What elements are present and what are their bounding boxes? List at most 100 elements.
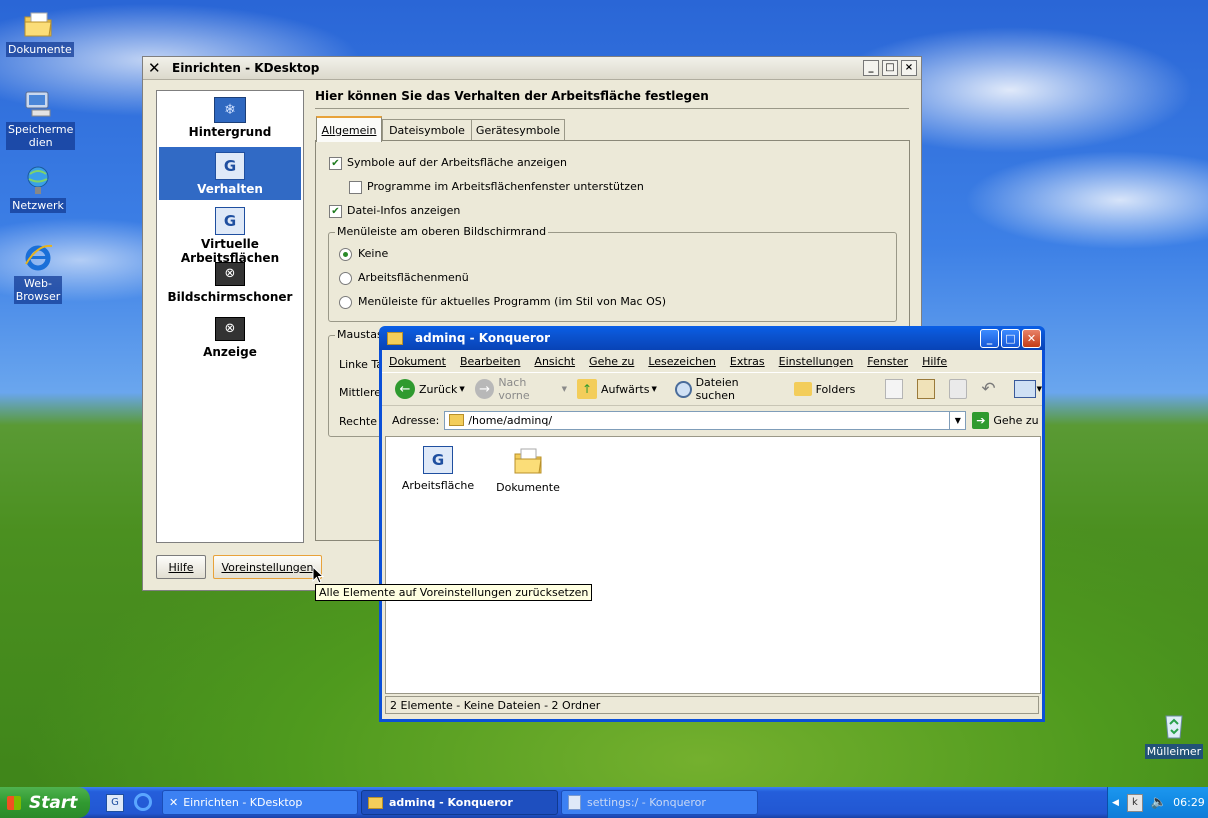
minimize-button[interactable]: _ bbox=[863, 60, 879, 76]
menu-einstellungen[interactable]: Einstellungen bbox=[779, 355, 854, 368]
file-item-arbeitsflaeche[interactable]: G Arbeitsfläche bbox=[400, 446, 476, 492]
clock: 06:29 bbox=[1173, 796, 1205, 809]
sidebar-item-verhalten[interactable]: G Verhalten bbox=[159, 147, 301, 200]
settings-page-icon bbox=[568, 795, 581, 810]
tab-dateisymbole[interactable]: Dateisymbole bbox=[382, 119, 472, 140]
taskbar: Start G ✕ Einrichten - KDesktop adminq -… bbox=[0, 787, 1208, 818]
radio-button[interactable] bbox=[339, 272, 352, 285]
file-info-option[interactable]: ✔Datei-Infos anzeigen bbox=[329, 204, 460, 218]
folders-button[interactable]: Folders bbox=[794, 376, 856, 402]
tray-expand-icon[interactable]: ◀ bbox=[1112, 798, 1119, 808]
tab-allgemein[interactable]: Allgemein bbox=[316, 116, 382, 142]
menu-bearbeiten[interactable]: Bearbeiten bbox=[460, 355, 520, 368]
konqueror-window-title: adminq - Konqueror bbox=[415, 331, 978, 345]
task-settings-konqueror[interactable]: settings:/ - Konqueror bbox=[561, 790, 758, 815]
desktop-icon-dokumente[interactable]: Dokumente bbox=[6, 8, 70, 57]
folder-icon bbox=[22, 8, 54, 40]
search-files-button[interactable]: Dateien suchen bbox=[675, 376, 780, 402]
address-dropdown-button[interactable]: ▼ bbox=[949, 412, 965, 429]
minimize-button[interactable]: _ bbox=[980, 329, 999, 348]
close-button[interactable]: ✕ bbox=[1022, 329, 1041, 348]
kde-tray-icon[interactable]: k bbox=[1127, 794, 1143, 812]
konqueror-menubar: Dokument Bearbeiten Ansicht Gehe zu Lese… bbox=[382, 350, 1042, 372]
search-icon bbox=[675, 381, 692, 398]
desktop-icon-label: Speicherme dien bbox=[6, 122, 75, 150]
folder-up-icon: ↑ bbox=[577, 379, 597, 399]
paste-icon bbox=[917, 379, 935, 399]
desktop-icon-label: Dokumente bbox=[6, 42, 74, 57]
menu-dokument[interactable]: Dokument bbox=[389, 355, 446, 368]
kde-logo-icon: ✕ bbox=[148, 59, 166, 77]
checkbox-unchecked[interactable] bbox=[349, 181, 362, 194]
checkbox-checked[interactable]: ✔ bbox=[329, 205, 342, 218]
maximize-button[interactable]: □ bbox=[1001, 329, 1020, 348]
checkbox-checked[interactable]: ✔ bbox=[329, 157, 342, 170]
address-input[interactable]: /home/adminq/ ▼ bbox=[444, 411, 966, 430]
address-bar: Adresse: /home/adminq/ ▼ ➔ Gehe zu bbox=[382, 406, 1042, 434]
behavior-icon: G bbox=[215, 152, 245, 180]
address-label: Adresse: bbox=[392, 414, 439, 427]
folder-icon bbox=[368, 797, 383, 809]
back-button[interactable]: ← Zurück▼ bbox=[395, 376, 465, 402]
programs-window-option[interactable]: Programme im Arbeitsflächenfenster unter… bbox=[349, 180, 644, 194]
quicklaunch-desktop[interactable]: G bbox=[106, 794, 124, 812]
folder-icon bbox=[794, 382, 812, 396]
radio-keine[interactable]: Keine bbox=[339, 247, 388, 261]
desktop-icon-web-browser[interactable]: Web- Browser bbox=[6, 242, 70, 304]
paste-button[interactable] bbox=[917, 376, 935, 402]
trash-icon bbox=[949, 379, 967, 399]
desktop-icon-netzwerk[interactable]: Netzwerk bbox=[6, 164, 70, 213]
menu-lesezeichen[interactable]: Lesezeichen bbox=[648, 355, 716, 368]
computer-icon bbox=[22, 88, 54, 120]
radio-button-selected[interactable] bbox=[339, 248, 352, 261]
tab-geraetesymbole[interactable]: Gerätesymbole bbox=[471, 119, 565, 140]
go-arrow-icon: ➔ bbox=[972, 412, 989, 429]
start-button[interactable]: Start bbox=[0, 787, 90, 818]
desktop-icon-speichermedien[interactable]: Speicherme dien bbox=[6, 88, 70, 150]
help-button[interactable]: Hilfe bbox=[156, 555, 206, 579]
system-tray: ◀ k 🔈 06:29 bbox=[1107, 787, 1208, 818]
show-icons-option[interactable]: ✔Symbole auf der Arbeitsfläche anzeigen bbox=[329, 156, 567, 170]
menu-fenster[interactable]: Fenster bbox=[867, 355, 908, 368]
task-einrichten[interactable]: ✕ Einrichten - KDesktop bbox=[162, 790, 358, 815]
defaults-button[interactable]: Voreinstellungen bbox=[213, 555, 322, 579]
konqueror-titlebar[interactable]: adminq - Konqueror _ □ ✕ bbox=[379, 326, 1045, 350]
desktop-background-icon: ❄ bbox=[214, 97, 246, 123]
undo-button[interactable]: ↶ bbox=[981, 376, 995, 402]
trash-button[interactable] bbox=[949, 376, 967, 402]
internet-explorer-icon bbox=[22, 242, 54, 274]
go-button[interactable]: ➔ Gehe zu bbox=[972, 412, 1038, 429]
sidebar-item-bildschirmschoner[interactable]: ⊗ Bildschirmschoner bbox=[157, 256, 303, 311]
groupbox-title: Menüleiste am oberen Bildschirmrand bbox=[335, 225, 548, 238]
mouse-cursor-icon bbox=[312, 566, 324, 587]
menu-ansicht[interactable]: Ansicht bbox=[534, 355, 575, 368]
copy-icon bbox=[885, 379, 903, 399]
file-item-dokumente[interactable]: Dokumente bbox=[490, 446, 566, 494]
view-mode-button[interactable]: ▼ bbox=[1014, 376, 1042, 402]
task-konqueror[interactable]: adminq - Konqueror bbox=[361, 790, 558, 815]
settings-titlebar[interactable]: ✕ Einrichten - KDesktop _ □ × bbox=[143, 57, 921, 80]
menu-extras[interactable]: Extras bbox=[730, 355, 765, 368]
maximize-button[interactable]: □ bbox=[882, 60, 898, 76]
quicklaunch-browser-icon[interactable] bbox=[134, 793, 152, 811]
menu-hilfe[interactable]: Hilfe bbox=[922, 355, 947, 368]
folder-icon bbox=[513, 446, 543, 476]
sidebar-item-label: Bildschirmschoner bbox=[157, 290, 303, 304]
sidebar-item-virtuelle[interactable]: G Virtuelle Arbeitsflächen bbox=[157, 201, 303, 256]
speaker-icon[interactable]: 🔈 bbox=[1151, 795, 1167, 810]
mouse-left-label: Linke Ta bbox=[339, 358, 383, 371]
up-button[interactable]: ↑ Aufwärts▼ bbox=[577, 376, 657, 402]
sidebar-item-label: Hintergrund bbox=[157, 125, 303, 139]
desktop-icon-label: Mülleimer bbox=[1145, 744, 1203, 759]
close-button[interactable]: × bbox=[901, 60, 917, 76]
radio-arbeitsflaechenmenue[interactable]: Arbeitsflächenmenü bbox=[339, 271, 469, 285]
sidebar-item-hintergrund[interactable]: ❄ Hintergrund bbox=[157, 91, 303, 146]
sidebar-item-anzeige[interactable]: ⊗ Anzeige bbox=[157, 311, 303, 366]
desktop-icon-muelleimer[interactable]: Mülleimer bbox=[1142, 710, 1206, 759]
menu-gehe-zu[interactable]: Gehe zu bbox=[589, 355, 634, 368]
forward-button[interactable]: → Nach vorne▼ bbox=[475, 376, 567, 402]
undo-icon: ↶ bbox=[981, 379, 995, 399]
copy-button[interactable] bbox=[885, 376, 903, 402]
radio-macos-menubar[interactable]: Menüleiste für aktuelles Programm (im St… bbox=[339, 295, 666, 309]
radio-button[interactable] bbox=[339, 296, 352, 309]
